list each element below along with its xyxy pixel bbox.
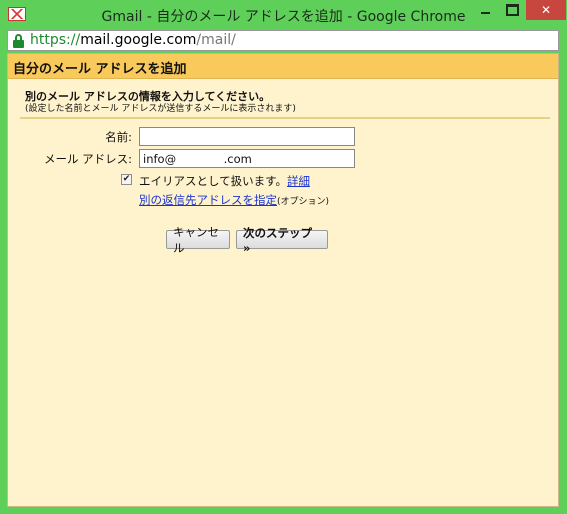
browser-window: Gmail - 自分のメール アドレスを追加 - Google Chrome ✕… bbox=[0, 0, 567, 514]
minimize-button[interactable] bbox=[472, 0, 498, 20]
lock-icon bbox=[13, 34, 24, 48]
replyto-link[interactable]: 別の返信先アドレスを指定 bbox=[139, 193, 277, 207]
maximize-icon bbox=[505, 4, 519, 16]
email-input[interactable] bbox=[139, 149, 355, 168]
cancel-button[interactable]: キャンセル bbox=[166, 225, 230, 255]
page-title: 自分のメール アドレスを追加 bbox=[13, 62, 187, 77]
title-bar: Gmail - 自分のメール アドレスを追加 - Google Chrome ✕ bbox=[0, 0, 567, 30]
name-label: 名前: bbox=[105, 130, 132, 144]
url-text[interactable]: https://mail.google.com/mail/ bbox=[30, 32, 236, 48]
url-path: /mail/ bbox=[196, 32, 236, 48]
next-step-button[interactable]: 次のステップ » bbox=[236, 226, 328, 255]
url-scheme: https:// bbox=[30, 32, 81, 48]
minimize-icon bbox=[480, 12, 490, 14]
page-header: 自分のメール アドレスを追加 bbox=[8, 54, 558, 79]
alias-details-link[interactable]: 詳細 bbox=[287, 174, 310, 188]
alias-checkbox[interactable]: ✔ bbox=[121, 174, 132, 185]
replyto-row: 別の返信先アドレスを指定(オプション) bbox=[139, 192, 329, 208]
alias-label: エイリアスとして扱います。 bbox=[139, 174, 288, 188]
alias-row: エイリアスとして扱います。詳細 bbox=[139, 173, 310, 189]
replyto-optional-note: (オプション) bbox=[277, 197, 330, 207]
section-note: (設定した名前とメール アドレスが送信するメールに表示されます) bbox=[25, 104, 296, 114]
maximize-button[interactable] bbox=[499, 0, 525, 20]
name-input[interactable] bbox=[139, 127, 355, 146]
close-button[interactable]: ✕ bbox=[526, 0, 566, 20]
url-host: mail.google.com bbox=[80, 32, 197, 48]
divider bbox=[20, 117, 550, 119]
address-bar[interactable]: https://mail.google.com/mail/ bbox=[7, 30, 559, 51]
email-label: メール アドレス: bbox=[43, 152, 132, 166]
page-content: 自分のメール アドレスを追加 別のメール アドレスの情報を入力してください。 (… bbox=[7, 53, 559, 507]
